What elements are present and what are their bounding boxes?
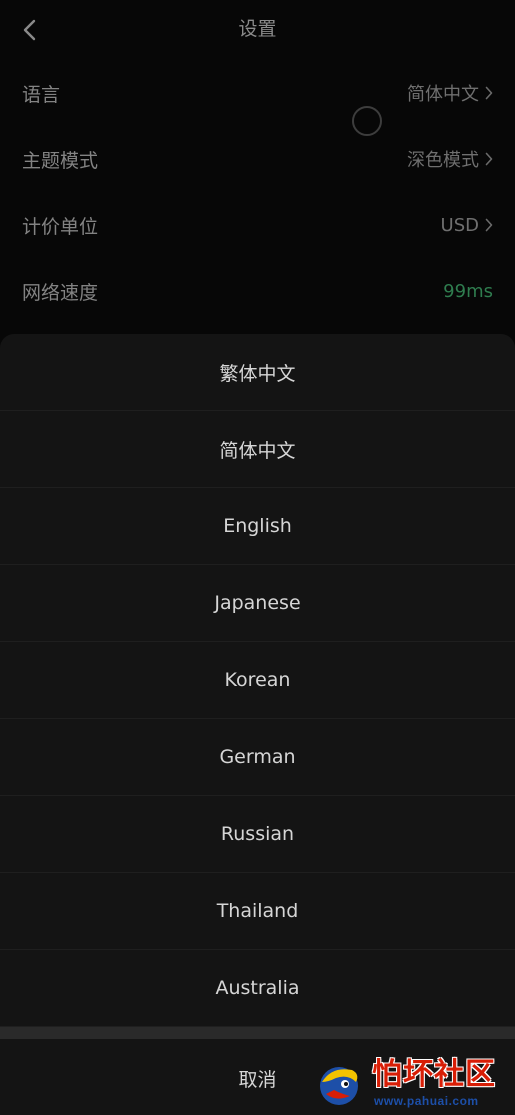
language-option-japanese[interactable]: Japanese [0, 565, 515, 642]
settings-screen: 设置 语言 简体中文 主题模式 深色模式 计价单位 USD 网络速度 99ms … [0, 0, 515, 1115]
language-option-simplified-chinese[interactable]: 简体中文 [0, 411, 515, 488]
watermark-url: www.pahuai.com [374, 1094, 479, 1108]
language-option-russian[interactable]: Russian [0, 796, 515, 873]
language-option-german[interactable]: German [0, 719, 515, 796]
watermark: 怕坏社区 www.pahuai.com [312, 1056, 512, 1112]
language-option-thailand[interactable]: Thailand [0, 873, 515, 950]
sheet-divider [0, 1027, 515, 1039]
language-option-korean[interactable]: Korean [0, 642, 515, 719]
language-option-traditional-chinese[interactable]: 繁体中文 [0, 334, 515, 411]
language-picker-sheet: 繁体中文 简体中文 English Japanese Korean German… [0, 334, 515, 1115]
language-option-english[interactable]: English [0, 488, 515, 565]
watermark-text: 怕坏社区 [372, 1057, 496, 1092]
watermark-logo-icon [312, 1060, 366, 1108]
language-option-australia[interactable]: Australia [0, 950, 515, 1027]
